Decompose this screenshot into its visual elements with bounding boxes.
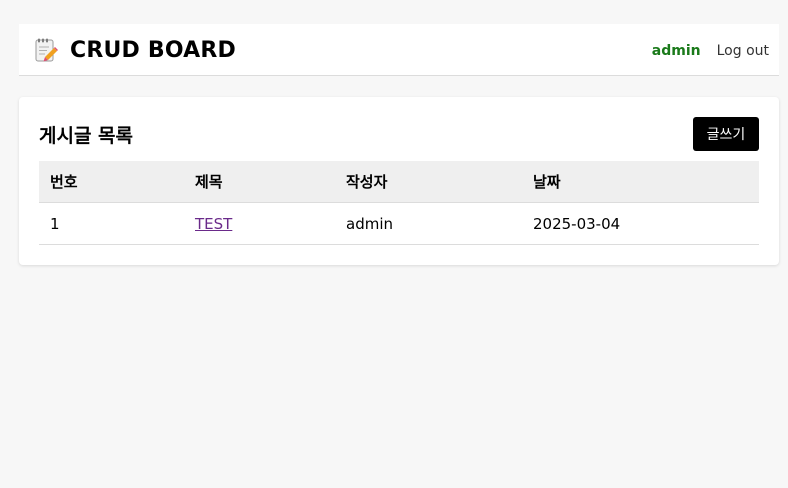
post-title-link[interactable]: TEST: [195, 215, 232, 233]
page-title: 게시글 목록: [39, 125, 134, 147]
cell-date: 2025-03-04: [522, 202, 759, 245]
column-header-title: 제목: [184, 161, 335, 203]
top-navbar: CRUD BOARD admin Log out: [19, 24, 779, 76]
cell-author: admin: [335, 202, 522, 245]
cell-title: TEST: [184, 202, 335, 245]
current-user: admin: [651, 43, 701, 59]
user-nav: admin Log out: [652, 43, 769, 59]
post-table: 번호 제목 작성자 날짜 1 TEST admin 2025-03-04: [39, 161, 759, 245]
table-header-row: 번호 제목 작성자 날짜: [39, 161, 759, 203]
column-header-author: 작성자: [335, 161, 522, 203]
logout-link[interactable]: Log out: [717, 43, 769, 59]
brand-title: CRUD BOARD: [70, 38, 236, 63]
column-header-date: 날짜: [522, 161, 759, 203]
brand[interactable]: CRUD BOARD: [34, 38, 236, 64]
write-post-button[interactable]: 글쓰기: [693, 117, 759, 151]
column-header-no: 번호: [39, 161, 184, 203]
table-row: 1 TEST admin 2025-03-04: [39, 202, 759, 245]
cell-no: 1: [39, 202, 184, 245]
memo-icon: [34, 38, 58, 64]
board-card: 게시글 목록 글쓰기 번호 제목 작성자 날짜 1 TEST admin 202…: [19, 97, 779, 265]
